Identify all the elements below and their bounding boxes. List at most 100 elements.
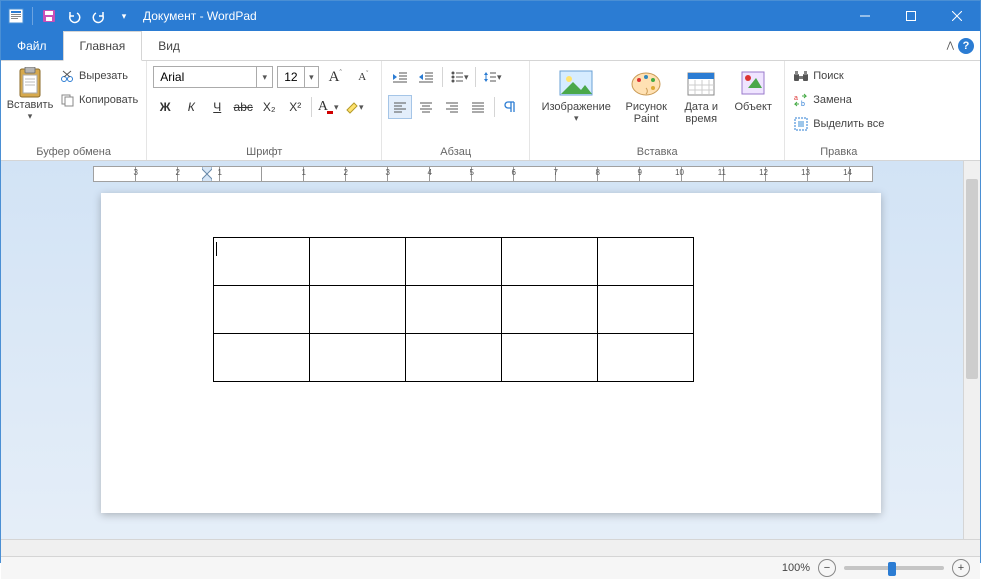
table-cell[interactable] [597, 334, 693, 382]
cut-label: Вырезать [79, 70, 128, 82]
indent-marker-icon[interactable] [202, 166, 212, 182]
font-size-combo[interactable]: 12 ▾ [277, 66, 319, 88]
insert-object-button[interactable]: Объект [728, 65, 778, 144]
increase-indent-button[interactable] [414, 65, 438, 89]
table-cell[interactable] [213, 286, 309, 334]
replace-button[interactable]: ab Замена [791, 89, 886, 111]
object-icon [735, 65, 771, 101]
insert-object-label: Объект [735, 101, 772, 113]
quick-access-toolbar: ▾ [1, 5, 135, 27]
vertical-scrollbar[interactable] [963, 161, 980, 539]
table-cell[interactable] [501, 334, 597, 382]
grow-font-button[interactable]: Aˆ [323, 65, 347, 89]
line-spacing-button[interactable]: ▾ [480, 65, 504, 89]
group-font: Arial ▾ 12 ▾ Aˆ Aˇ Ж К Ч abc X₂ X [147, 61, 382, 160]
chevron-down-icon: ▾ [28, 111, 33, 122]
insert-datetime-label: Дата и время [680, 101, 722, 125]
shrink-font-button[interactable]: Aˇ [351, 65, 375, 89]
justify-button[interactable] [466, 95, 490, 119]
align-center-button[interactable] [414, 95, 438, 119]
close-button[interactable] [934, 1, 980, 31]
insert-datetime-button[interactable]: Дата и время [676, 65, 726, 144]
zoom-slider[interactable] [844, 566, 944, 570]
replace-icon: ab [793, 92, 809, 108]
group-clipboard-label: Буфер обмена [7, 144, 140, 158]
underline-button[interactable]: Ч [205, 95, 229, 119]
qat-customize-icon[interactable]: ▾ [113, 5, 135, 27]
status-bar: 100% − + [1, 556, 980, 579]
zoom-slider-thumb[interactable] [888, 562, 896, 576]
paragraph-settings-button[interactable] [499, 95, 523, 119]
title-bar: ▾ Документ - WordPad [1, 1, 980, 31]
app-icon[interactable] [5, 5, 27, 27]
document-table[interactable] [213, 237, 694, 382]
font-color-button[interactable]: A▾ [316, 95, 340, 119]
find-label: Поиск [813, 70, 843, 82]
table-cell[interactable] [597, 286, 693, 334]
bullets-button[interactable]: ▾ [447, 65, 471, 89]
ribbon-tabs: Файл Главная Вид ⋀ ? [1, 31, 980, 61]
tab-file[interactable]: Файл [1, 31, 63, 60]
help-icon[interactable]: ? [958, 38, 974, 54]
font-size-value: 12 [278, 70, 303, 84]
undo-icon[interactable] [63, 5, 85, 27]
table-cell[interactable] [405, 286, 501, 334]
copy-icon [59, 92, 75, 108]
bold-button[interactable]: Ж [153, 95, 177, 119]
table-cell[interactable] [405, 238, 501, 286]
highlight-button[interactable]: ▾ [342, 95, 366, 119]
select-all-label: Выделить все [813, 118, 884, 130]
image-icon [558, 65, 594, 101]
italic-button[interactable]: К [179, 95, 203, 119]
clipboard-icon [14, 67, 46, 99]
table-cell[interactable] [309, 334, 405, 382]
table-cell[interactable] [501, 238, 597, 286]
zoom-out-button[interactable]: − [818, 559, 836, 577]
cut-button[interactable]: Вырезать [57, 65, 140, 87]
redo-icon[interactable] [88, 5, 110, 27]
align-right-button[interactable] [440, 95, 464, 119]
insert-drawing-button[interactable]: Рисунок Paint [618, 65, 674, 144]
subscript-button[interactable]: X₂ [257, 95, 281, 119]
chevron-down-icon: ▾ [304, 67, 319, 87]
table-cell[interactable] [501, 286, 597, 334]
save-icon[interactable] [38, 5, 60, 27]
chevron-down-icon: ▾ [256, 67, 272, 87]
strikethrough-button[interactable]: abc [231, 95, 255, 119]
align-left-button[interactable] [388, 95, 412, 119]
scrollbar-thumb[interactable] [966, 179, 978, 379]
find-button[interactable]: Поиск [791, 65, 886, 87]
maximize-button[interactable] [888, 1, 934, 31]
decrease-indent-button[interactable] [388, 65, 412, 89]
superscript-button[interactable]: X² [283, 95, 307, 119]
table-cell[interactable] [309, 286, 405, 334]
ribbon: Вставить ▾ Вырезать Копировать Буфер обм… [1, 61, 980, 161]
tab-home[interactable]: Главная [63, 31, 143, 61]
page[interactable] [101, 193, 881, 513]
svg-text:b: b [801, 101, 805, 107]
group-font-label: Шрифт [153, 144, 375, 158]
copy-button[interactable]: Копировать [57, 89, 140, 111]
collapse-ribbon-icon[interactable]: ⋀ [947, 40, 954, 51]
insert-drawing-label: Рисунок Paint [622, 101, 670, 125]
tab-view[interactable]: Вид [142, 31, 196, 60]
select-all-button[interactable]: Выделить все [791, 113, 886, 135]
table-cell[interactable] [405, 334, 501, 382]
font-name-combo[interactable]: Arial ▾ [153, 66, 273, 88]
zoom-value: 100% [782, 562, 810, 574]
zoom-in-button[interactable]: + [952, 559, 970, 577]
scissors-icon [59, 68, 75, 84]
svg-text:a: a [794, 95, 798, 102]
calendar-icon [683, 65, 719, 101]
table-cell[interactable] [597, 238, 693, 286]
minimize-button[interactable] [842, 1, 888, 31]
paste-button[interactable]: Вставить ▾ [7, 65, 53, 144]
ruler[interactable]: 3211234567891011121314151617 [1, 161, 980, 183]
table-cell[interactable] [309, 238, 405, 286]
horizontal-scrollbar[interactable] [1, 539, 980, 556]
group-paragraph: ▾ ▾ Абзац [382, 61, 530, 160]
group-editing-label: Правка [791, 144, 886, 158]
table-cell[interactable] [213, 238, 309, 286]
insert-image-button[interactable]: Изображение ▾ [536, 65, 616, 144]
table-cell[interactable] [213, 334, 309, 382]
